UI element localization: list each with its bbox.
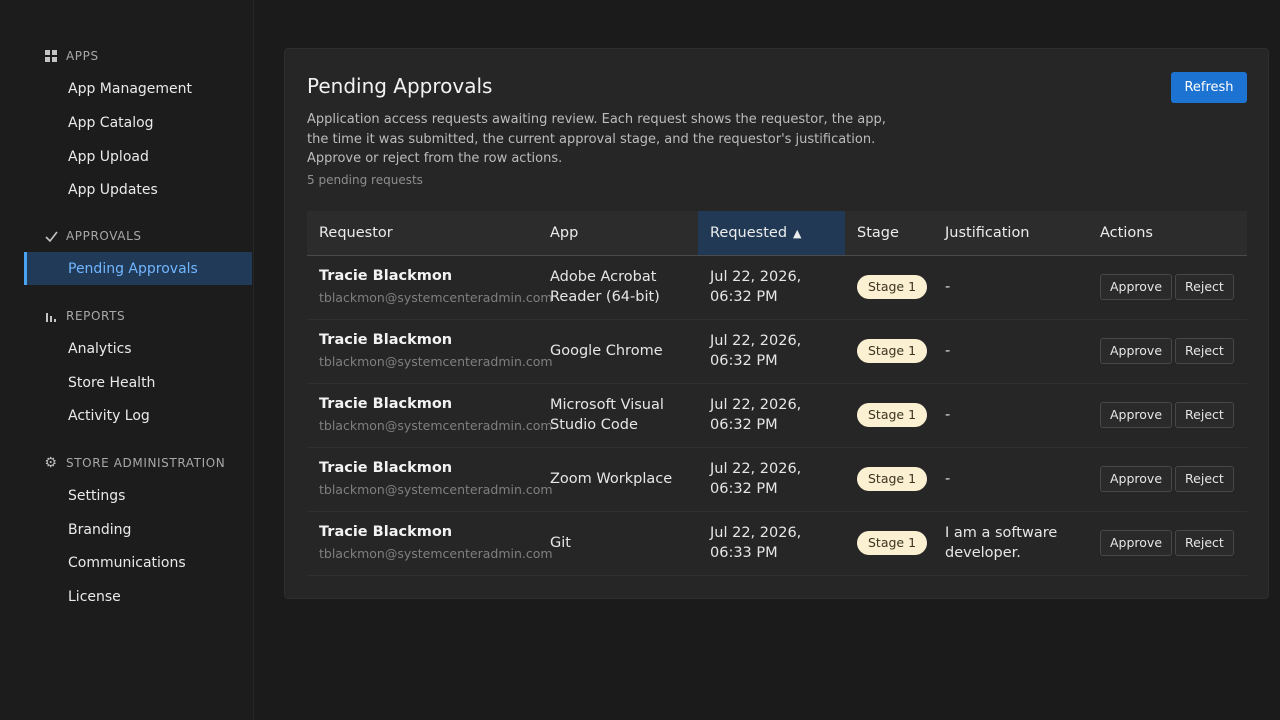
reject-button[interactable]: Reject xyxy=(1175,338,1234,364)
sidebar-item-app-upload[interactable]: App Upload xyxy=(24,140,252,173)
sidebar-item-app-updates[interactable]: App Updates xyxy=(24,173,252,206)
section-title: APPS xyxy=(66,49,99,63)
sidebar-item-app-catalog[interactable]: App Catalog xyxy=(24,106,252,139)
approve-button[interactable]: Approve xyxy=(1100,530,1173,556)
pending-approvals-panel: Pending Approvals Refresh Application ac… xyxy=(284,48,1269,599)
sidebar-item-activity-log[interactable]: Activity Log xyxy=(24,399,252,432)
page-description: Application access requests awaiting rev… xyxy=(307,112,886,166)
approve-button[interactable]: Approve xyxy=(1100,466,1173,492)
requestor-email: tblackmon@systemcenteradmin.com xyxy=(319,290,553,305)
stage-badge: Stage 1 xyxy=(857,531,928,555)
table-row: Tracie Blackmon tblackmon@systemcenteradm… xyxy=(307,383,1247,447)
stage-badge: Stage 1 xyxy=(857,339,928,363)
requested-time: Jul 22, 2026, 06:32 PM xyxy=(710,333,802,369)
reject-button[interactable]: Reject xyxy=(1175,274,1234,300)
requestor-name: Tracie Blackmon xyxy=(319,268,453,284)
approve-button[interactable]: Approve xyxy=(1100,402,1173,428)
requestor-name: Tracie Blackmon xyxy=(319,524,453,540)
reject-button[interactable]: Reject xyxy=(1175,466,1234,492)
table-row: Tracie Blackmon tblackmon@systemcenteradm… xyxy=(307,447,1247,511)
sidebar-item-analytics[interactable]: Analytics xyxy=(24,332,252,365)
justification-text: - xyxy=(945,279,951,295)
refresh-button[interactable]: Refresh xyxy=(1171,72,1247,103)
section-header-approvals: APPROVALS xyxy=(44,229,142,243)
justification-text: - xyxy=(945,407,951,423)
sidebar-item-communications[interactable]: Communications xyxy=(24,546,252,579)
app-name: Zoom Workplace xyxy=(550,471,673,487)
requested-time: Jul 22, 2026, 06:32 PM xyxy=(710,397,802,433)
requestor-name: Tracie Blackmon xyxy=(319,460,453,476)
table-row: Tracie Blackmon tblackmon@systemcenteradm… xyxy=(307,255,1247,319)
sidebar-item-app-management[interactable]: App Management xyxy=(24,72,252,105)
column-header-requested[interactable]: Requested ▲ xyxy=(698,211,845,256)
requested-time: Jul 22, 2026, 06:32 PM xyxy=(710,269,802,305)
column-header-stage[interactable]: Stage xyxy=(845,211,933,256)
sidebar-item-settings[interactable]: Settings xyxy=(24,479,252,512)
requested-time: Jul 22, 2026, 06:33 PM xyxy=(710,525,802,561)
sidebar-item-branding[interactable]: Branding xyxy=(24,513,252,546)
requestor-name: Tracie Blackmon xyxy=(319,332,453,348)
approve-button[interactable]: Approve xyxy=(1100,274,1173,300)
justification-text: - xyxy=(945,343,951,359)
sort-ascending-icon: ▲ xyxy=(793,226,802,240)
reject-button[interactable]: Reject xyxy=(1175,402,1234,428)
approvals-table: Requestor App Requested ▲ Stage Justifica… xyxy=(307,211,1247,576)
gear-icon: ⚙ xyxy=(44,455,58,471)
stage-badge: Stage 1 xyxy=(857,403,928,427)
app-name: Microsoft Visual Studio Code xyxy=(550,397,664,433)
section-title: APPROVALS xyxy=(66,229,142,243)
requestor-email: tblackmon@systemcenteradmin.com xyxy=(319,354,553,369)
stage-badge: Stage 1 xyxy=(857,275,928,299)
check-icon xyxy=(44,229,58,243)
column-header-app[interactable]: App xyxy=(538,211,698,256)
table-row: Tracie Blackmon tblackmon@systemcenteradm… xyxy=(307,511,1247,575)
justification-text: - xyxy=(945,471,951,487)
app-name: Google Chrome xyxy=(550,343,663,359)
requestor-email: tblackmon@systemcenteradmin.com xyxy=(319,482,553,497)
section-title: STORE ADMINISTRATION xyxy=(66,456,226,470)
column-header-requestor[interactable]: Requestor xyxy=(307,211,538,256)
requestor-email: tblackmon@systemcenteradmin.com xyxy=(319,418,553,433)
requestor-name: Tracie Blackmon xyxy=(319,396,453,412)
sidebar-item-license[interactable]: License xyxy=(24,580,252,613)
justification-text: I am a software developer. xyxy=(945,525,1058,561)
column-header-justification[interactable]: Justification xyxy=(933,211,1088,256)
sidebar-item-pending-approvals[interactable]: Pending Approvals xyxy=(24,252,252,285)
sidebar-item-store-health[interactable]: Store Health xyxy=(24,366,252,399)
table-row: Tracie Blackmon tblackmon@systemcenteradm… xyxy=(307,319,1247,383)
requestor-email: tblackmon@systemcenteradmin.com xyxy=(319,546,553,561)
reject-button[interactable]: Reject xyxy=(1175,530,1234,556)
section-header-apps: APPS xyxy=(44,49,99,63)
table-header-row: Requestor App Requested ▲ Stage Justifica… xyxy=(307,211,1247,256)
grid-icon xyxy=(44,49,58,63)
section-header-store-administration: ⚙ STORE ADMINISTRATION xyxy=(44,456,225,470)
app-name: Adobe Acrobat Reader (64-bit) xyxy=(550,269,660,305)
requested-time: Jul 22, 2026, 06:32 PM xyxy=(710,461,802,497)
column-header-actions: Actions xyxy=(1088,211,1247,256)
bar-chart-icon xyxy=(44,309,58,323)
approve-button[interactable]: Approve xyxy=(1100,338,1173,364)
page-title: Pending Approvals xyxy=(307,74,493,98)
section-title: REPORTS xyxy=(66,309,126,323)
sidebar: APPS App Management App Catalog App Uplo… xyxy=(0,0,254,720)
section-header-reports: REPORTS xyxy=(44,309,125,323)
pending-count: 5 pending requests xyxy=(307,173,423,187)
app-name: Git xyxy=(550,535,571,551)
column-header-requested-label: Requested xyxy=(710,224,788,241)
stage-badge: Stage 1 xyxy=(857,467,928,491)
